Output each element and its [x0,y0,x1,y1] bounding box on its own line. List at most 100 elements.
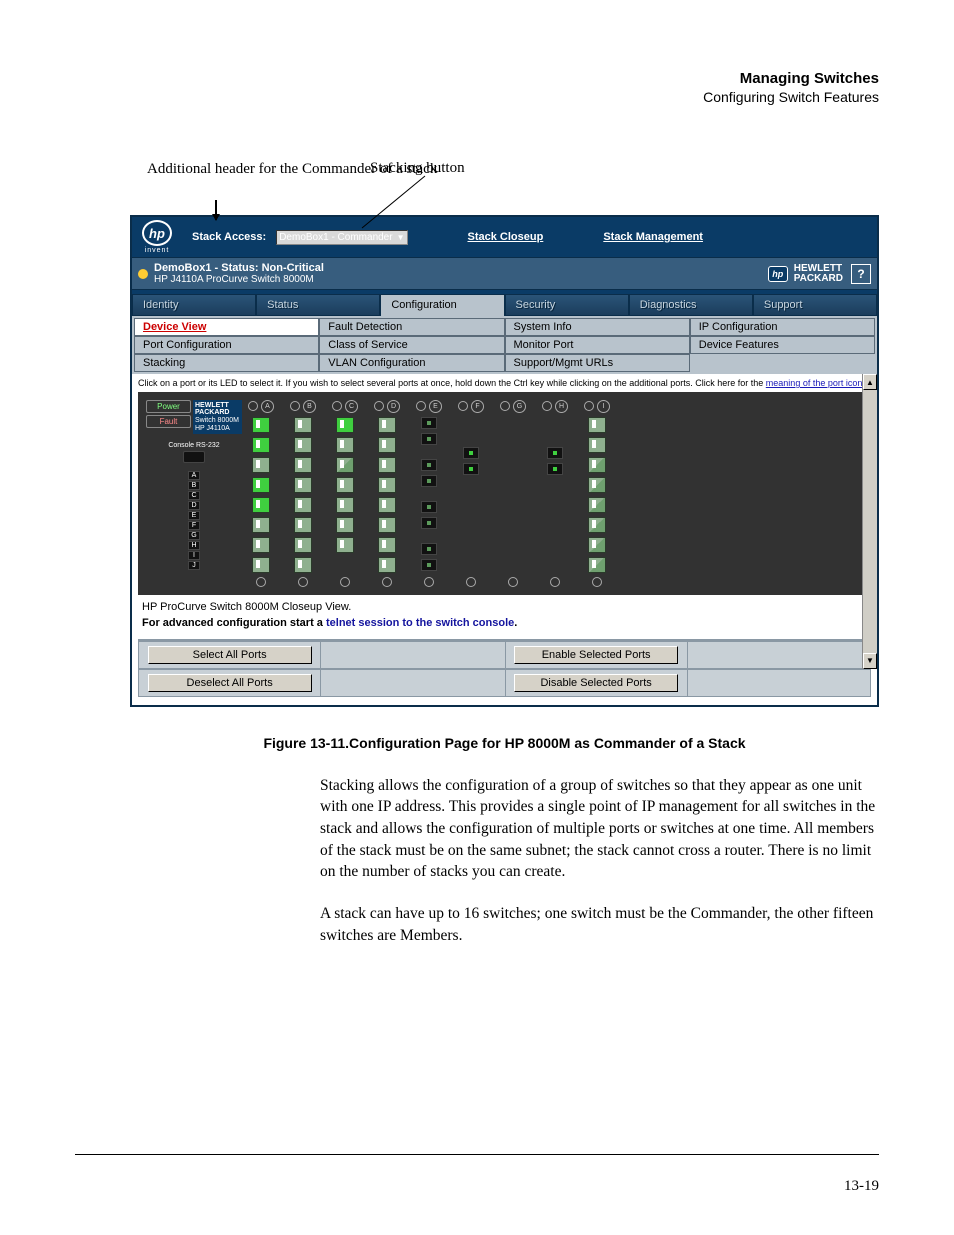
slot-led-icon [458,401,468,411]
slot-bottom-led-icon [466,577,476,587]
rj45-port[interactable] [336,417,354,433]
subtab-system-info[interactable]: System Info [505,318,690,336]
rj45-port[interactable] [294,477,312,493]
rj45-port[interactable] [336,497,354,513]
slot-I: I [584,400,610,589]
rj45-port[interactable] [378,557,396,573]
help-button[interactable]: ? [851,264,871,284]
advanced-config-text: For advanced configuration start a telne… [142,617,871,629]
slot-id-icon: I [597,400,610,413]
tab-configuration[interactable]: Configuration [380,294,504,316]
status-subtitle: HP J4110A ProCurve Switch 8000M [154,274,324,285]
rj45-port[interactable] [252,517,270,533]
subtab-ip-configuration[interactable]: IP Configuration [690,318,875,336]
port-icons-meaning-link[interactable]: meaning of the port icons. [766,378,870,388]
rj45-port[interactable] [378,477,396,493]
rj45-port[interactable] [588,477,606,493]
subtab-vlan-configuration[interactable]: VLAN Configuration [319,354,504,372]
subtab-fault-detection[interactable]: Fault Detection [319,318,504,336]
uplink-port[interactable] [421,475,437,487]
link-stack-closeup[interactable]: Stack Closeup [468,231,544,243]
rj45-port[interactable] [588,557,606,573]
rj45-port[interactable] [252,557,270,573]
rj45-port[interactable] [252,417,270,433]
subtab-port-configuration[interactable]: Port Configuration [134,336,319,354]
tab-diagnostics[interactable]: Diagnostics [629,294,753,316]
uplink-port[interactable] [421,501,437,513]
rj45-port[interactable] [294,557,312,573]
slot-led-icon [290,401,300,411]
slot-E: E [416,400,442,589]
subtab-class-of-service[interactable]: Class of Service [319,336,504,354]
rj45-port[interactable] [294,457,312,473]
paragraph-1: Stacking allows the configuration of a g… [320,775,879,883]
tab-identity[interactable]: Identity [132,294,256,316]
rj45-port[interactable] [378,497,396,513]
uplink-port[interactable] [421,433,437,445]
scroll-down-icon[interactable]: ▼ [863,653,877,669]
uplink-port[interactable] [421,543,437,555]
rj45-port[interactable] [588,457,606,473]
uplink-port[interactable] [547,447,563,459]
scroll-up-icon[interactable]: ▲ [863,374,877,390]
rj45-port[interactable] [252,537,270,553]
vertical-scrollbar[interactable]: ▲ ▼ [862,374,877,669]
rj45-port[interactable] [378,417,396,433]
rj45-port[interactable] [336,517,354,533]
rj45-port[interactable] [294,517,312,533]
rj45-port[interactable] [588,437,606,453]
rj45-port[interactable] [336,457,354,473]
deselect-all-ports-button[interactable]: Deselect All Ports [148,674,312,692]
top-tabs: Identity Status Configuration Security D… [132,290,877,316]
subtab-device-features[interactable]: Device Features [690,336,875,354]
rj45-port[interactable] [252,497,270,513]
rj45-port[interactable] [294,417,312,433]
link-stack-management[interactable]: Stack Management [603,231,703,243]
rj45-port[interactable] [588,417,606,433]
subtab-stacking[interactable]: Stacking [134,354,319,372]
panel-hint: Click on a port or its LED to select it.… [138,378,871,390]
slot-bottom-led-icon [508,577,518,587]
rj45-port[interactable] [252,457,270,473]
rj45-port[interactable] [336,477,354,493]
stack-access-select[interactable]: DemoBox1 - Commander ▼ [276,230,407,245]
rj45-port[interactable] [588,497,606,513]
rj45-port[interactable] [378,457,396,473]
uplink-port[interactable] [421,517,437,529]
uplink-port[interactable] [463,463,479,475]
disable-selected-ports-button[interactable]: Disable Selected Ports [514,674,678,692]
rj45-port[interactable] [588,517,606,533]
uplink-port[interactable] [547,463,563,475]
tab-status[interactable]: Status [256,294,380,316]
uplink-port[interactable] [421,417,437,429]
paragraph-2: A stack can have up to 16 switches; one … [320,903,879,946]
device-brand-text: HEWLETT PACKARD [195,402,229,417]
subtab-monitor-port[interactable]: Monitor Port [505,336,690,354]
slot-led-icon [584,401,594,411]
rj45-port[interactable] [252,477,270,493]
enable-selected-ports-button[interactable]: Enable Selected Ports [514,646,678,664]
rj45-port[interactable] [336,537,354,553]
uplink-port[interactable] [421,459,437,471]
rj45-port[interactable] [294,537,312,553]
uplink-port[interactable] [421,559,437,571]
rj45-port[interactable] [378,517,396,533]
rj45-port[interactable] [588,537,606,553]
rj45-port[interactable] [336,437,354,453]
select-all-ports-button[interactable]: Select All Ports [148,646,312,664]
tab-support[interactable]: Support [753,294,877,316]
subtab-device-view[interactable]: Device View [134,318,319,336]
closeup-caption: HP ProCurve Switch 8000M Closeup View. [142,601,871,613]
slot-grid: ABCDEFGHI [248,398,865,589]
rj45-port[interactable] [252,437,270,453]
uplink-port[interactable] [463,447,479,459]
telnet-link[interactable]: telnet session to the switch console [326,617,514,629]
slot-id-icon: D [387,400,400,413]
panel-hint-text: Click on a port or its LED to select it.… [138,378,766,388]
rj45-port[interactable] [294,437,312,453]
rj45-port[interactable] [378,537,396,553]
rj45-port[interactable] [294,497,312,513]
rj45-port[interactable] [378,437,396,453]
tab-security[interactable]: Security [505,294,629,316]
subtab-support-mgmt-urls[interactable]: Support/Mgmt URLs [505,354,690,372]
